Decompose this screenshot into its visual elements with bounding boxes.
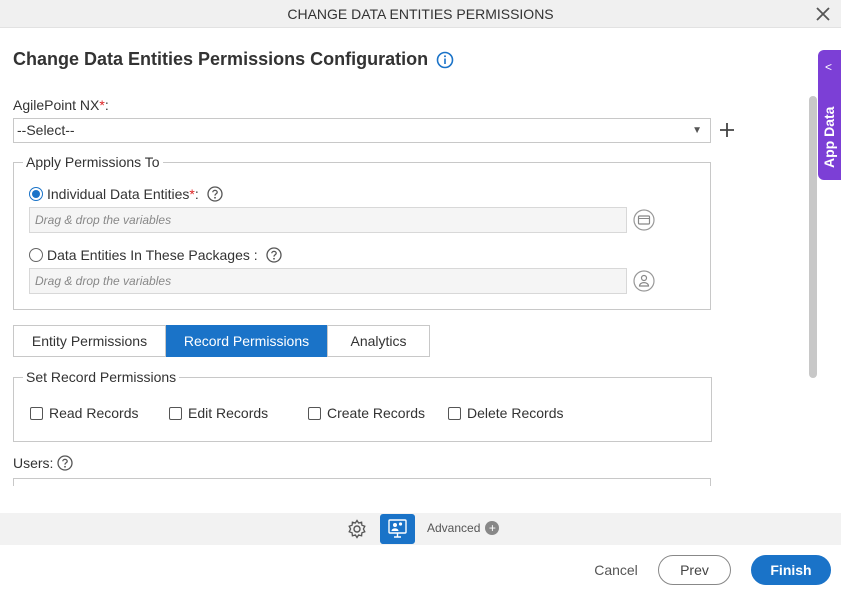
entity-picker-icon[interactable] bbox=[633, 209, 655, 231]
tab-entity-permissions[interactable]: Entity Permissions bbox=[13, 325, 166, 357]
agilepoint-select-value: --Select-- bbox=[17, 122, 75, 138]
tab-record-permissions[interactable]: Record Permissions bbox=[166, 325, 327, 357]
read-records-option[interactable]: Read Records bbox=[30, 405, 139, 421]
page-title-text: Change Data Entities Permissions Configu… bbox=[13, 49, 429, 69]
help-icon[interactable] bbox=[207, 186, 223, 202]
delete-records-option[interactable]: Delete Records bbox=[448, 405, 564, 421]
plus-circle-icon: + bbox=[485, 521, 500, 535]
app-data-label: App Data bbox=[821, 106, 837, 168]
individual-entities-dropzone[interactable]: Drag & drop the variables bbox=[29, 207, 627, 233]
info-icon[interactable] bbox=[436, 51, 454, 69]
packages-label: Data Entities In These Packages : bbox=[47, 247, 258, 263]
advanced-toggle[interactable]: Advanced + bbox=[427, 521, 500, 535]
gear-icon[interactable] bbox=[346, 518, 368, 540]
agilepoint-label-text: AgilePoint NX bbox=[13, 97, 100, 113]
individual-entities-option[interactable]: Individual Data Entities * : bbox=[29, 186, 223, 202]
chevron-down-icon: ▼ bbox=[692, 125, 702, 136]
close-icon[interactable] bbox=[813, 4, 833, 24]
create-records-option[interactable]: Create Records bbox=[308, 405, 425, 421]
edit-records-option[interactable]: Edit Records bbox=[169, 405, 268, 421]
finish-button[interactable]: Finish bbox=[751, 555, 831, 585]
packages-radio[interactable] bbox=[29, 248, 43, 262]
help-icon[interactable] bbox=[265, 247, 282, 263]
bottom-toolbar: Advanced + bbox=[0, 513, 841, 545]
users-input[interactable] bbox=[13, 478, 711, 486]
window-title: CHANGE DATA ENTITIES PERMISSIONS bbox=[287, 6, 554, 22]
packages-placeholder: Drag & drop the variables bbox=[35, 274, 172, 288]
app-data-panel-toggle[interactable]: < App Data bbox=[818, 50, 841, 180]
individual-entities-radio[interactable] bbox=[29, 187, 43, 201]
create-records-checkbox[interactable] bbox=[308, 406, 321, 420]
packages-dropzone[interactable]: Drag & drop the variables bbox=[29, 268, 627, 294]
users-label-text: Users: bbox=[13, 455, 54, 471]
individual-entities-placeholder: Drag & drop the variables bbox=[35, 213, 172, 227]
edit-records-checkbox[interactable] bbox=[169, 406, 182, 420]
monitor-users-icon bbox=[388, 519, 407, 538]
window-title-bar: CHANGE DATA ENTITIES PERMISSIONS bbox=[0, 0, 841, 28]
individual-entities-colon: : bbox=[194, 186, 199, 202]
tab-analytics[interactable]: Analytics bbox=[327, 325, 430, 357]
scrollbar-thumb[interactable] bbox=[809, 96, 817, 378]
record-permissions-legend: Set Record Permissions bbox=[26, 369, 177, 385]
delete-records-label: Delete Records bbox=[467, 405, 564, 421]
advanced-label: Advanced bbox=[427, 521, 481, 535]
package-picker-icon[interactable] bbox=[633, 270, 655, 292]
help-icon[interactable] bbox=[57, 455, 74, 471]
agilepoint-label: AgilePoint NX*: bbox=[13, 97, 109, 113]
prev-button[interactable]: Prev bbox=[658, 555, 731, 585]
apply-permissions-legend: Apply Permissions To bbox=[26, 154, 160, 170]
page-title: Change Data Entities Permissions Configu… bbox=[13, 49, 454, 70]
individual-entities-label: Individual Data Entities bbox=[47, 186, 190, 202]
process-settings-button[interactable] bbox=[380, 514, 415, 544]
delete-records-checkbox[interactable] bbox=[448, 406, 461, 420]
cancel-button[interactable]: Cancel bbox=[583, 555, 649, 585]
edit-records-label: Edit Records bbox=[188, 405, 269, 421]
permission-tabs: Entity Permissions Record Permissions An… bbox=[13, 325, 430, 357]
create-records-label: Create Records bbox=[327, 405, 426, 421]
users-label: Users: bbox=[13, 455, 74, 471]
agilepoint-label-colon: : bbox=[104, 97, 109, 113]
packages-option[interactable]: Data Entities In These Packages : bbox=[29, 247, 282, 263]
agilepoint-select[interactable]: --Select-- ▼ bbox=[13, 118, 711, 143]
add-icon[interactable] bbox=[717, 119, 737, 141]
chevron-left-icon: < bbox=[825, 60, 833, 74]
read-records-label: Read Records bbox=[49, 405, 139, 421]
read-records-checkbox[interactable] bbox=[30, 406, 43, 420]
